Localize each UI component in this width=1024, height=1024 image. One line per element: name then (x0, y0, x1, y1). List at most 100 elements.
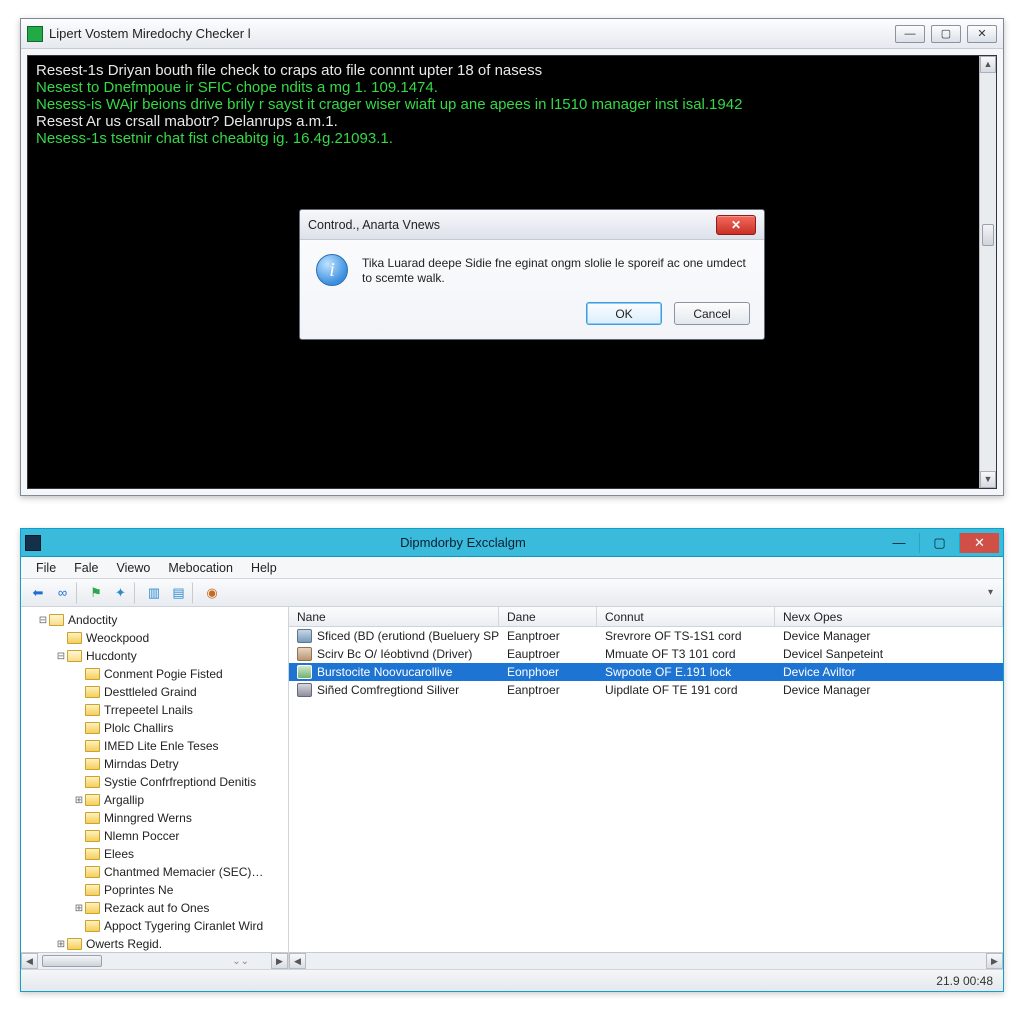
menu-help[interactable]: Help (242, 557, 286, 578)
back-icon[interactable]: ⬅ (27, 582, 49, 604)
maximize-button[interactable]: ▢ (919, 533, 959, 553)
refresh-icon[interactable]: ✦ (113, 582, 135, 604)
scroll-right-icon[interactable]: ▶ (986, 953, 1003, 969)
menu-fale[interactable]: Fale (65, 557, 107, 578)
folder-icon (85, 740, 100, 752)
scroll-track[interactable]: ⌄⌄ (38, 953, 271, 969)
scroll-left-icon[interactable]: ◀ (21, 953, 38, 969)
tree-item[interactable]: ⊟Andoctity (25, 611, 288, 629)
tree-item-label: Desttleled Graind (104, 685, 197, 699)
folder-icon (85, 884, 100, 896)
scroll-track[interactable] (980, 73, 996, 471)
toolbar: ⬅ ∞ ⚑ ✦ ▥ ▤ ◉ ▾ (21, 579, 1003, 607)
cell-dane: Eauptroer (499, 647, 597, 661)
col-header-dane[interactable]: Dane (499, 607, 597, 626)
explorer-titlebar[interactable]: Dipmdorby Excclalgm — ▢ ✕ (21, 529, 1003, 557)
flag-icon[interactable]: ⚑ (85, 582, 107, 604)
window-controls: — ▢ ✕ (879, 533, 999, 553)
tree-item-label: Mirndas Detry (104, 757, 179, 771)
ok-button[interactable]: OK (586, 302, 662, 325)
console-scrollbar[interactable]: ▲ ▼ (979, 56, 996, 488)
cell-dane: Eanptroer (499, 683, 597, 697)
tree-item[interactable]: Mirndas Detry (25, 755, 288, 773)
col-header-next[interactable]: Nevx Opes (775, 607, 1003, 626)
table-row[interactable]: Sficed (BD (erutiond (Bueluery SPE)Eanpt… (289, 627, 1003, 645)
tree-twisty-icon[interactable]: ⊞ (73, 795, 85, 806)
tree-item[interactable]: ⊞Owerts Regid. (25, 935, 288, 952)
col-header-connut[interactable]: Connut (597, 607, 775, 626)
scroll-thumb[interactable] (982, 224, 994, 246)
tree-twisty-icon[interactable]: ⊟ (37, 615, 49, 626)
tree-item-label: Conment Pogie Fisted (104, 667, 223, 681)
cell-dane: Eanptroer (499, 629, 597, 643)
scroll-up-icon[interactable]: ▲ (980, 56, 996, 73)
table-row[interactable]: Scirv Bc O/ Iéobtivnd (Driver)EauptroerM… (289, 645, 1003, 663)
tree-item[interactable]: Minngred Werns (25, 809, 288, 827)
minimize-button[interactable]: — (879, 533, 919, 553)
scroll-right-icon[interactable]: ▶ (271, 953, 288, 969)
tree-twisty-icon[interactable]: ⊞ (55, 939, 67, 950)
link-icon[interactable]: ∞ (55, 582, 77, 604)
tree-item[interactable]: ⊞Argallip (25, 791, 288, 809)
tree-item[interactable]: Trrepeetel Lnails (25, 701, 288, 719)
maximize-button[interactable]: ▢ (931, 25, 961, 43)
tree-item-label: Plolc Challirs (104, 721, 173, 735)
dialog-titlebar[interactable]: Controd., Anarta Vnews ✕ (300, 210, 764, 240)
tree-content[interactable]: ⊟AndoctityWeockpood⊟Hucdonty Conment Pogi… (21, 607, 288, 952)
tree-item[interactable]: Systie Confrfreptiond Denitis (25, 773, 288, 791)
cell-connut: Srevrore OF TS-1S1 cord (597, 629, 775, 643)
console-line: Nesess-is WAjr beions drive brily r says… (36, 96, 988, 113)
folder-icon (49, 614, 64, 626)
list-rows[interactable]: Sficed (BD (erutiond (Bueluery SPE)Eanpt… (289, 627, 1003, 952)
tree-item[interactable]: ⊟Hucdonty (25, 647, 288, 665)
cell-connut: Uipdlate OF TE 191 cord (597, 683, 775, 697)
tree-h-scrollbar[interactable]: ◀ ⌄⌄ ▶ (21, 952, 288, 969)
col-header-name[interactable]: Nane (289, 607, 499, 626)
chevron-down-icon[interactable]: ▾ (988, 587, 997, 598)
tree-item[interactable]: Desttleled Graind (25, 683, 288, 701)
tree-twisty-icon[interactable]: ⊟ (55, 651, 67, 662)
console-titlebar[interactable]: Lipert Vostem Miredochy Checker l — ▢ ✕ (21, 19, 1003, 49)
item-icon (297, 683, 312, 697)
splitter-grip-icon[interactable]: ⌄⌄ (232, 956, 249, 967)
tree-item[interactable]: Conment Pogie Fisted (25, 665, 288, 683)
tree-item[interactable]: Plolc Challirs (25, 719, 288, 737)
tree-icon[interactable]: ▤ (171, 582, 193, 604)
cell-next: Device Aviltor (775, 665, 1003, 679)
tree-item[interactable]: ⊞Rezack aut fo Ones (25, 899, 288, 917)
menu-file[interactable]: File (27, 557, 65, 578)
menu-view[interactable]: Viewo (107, 557, 159, 578)
console-line: Nesest to Dnefmpoue ir SFIC chope ndits … (36, 79, 988, 96)
tree-item-label: Trrepeetel Lnails (104, 703, 193, 717)
panel-icon[interactable]: ▥ (143, 582, 165, 604)
record-icon[interactable]: ◉ (201, 582, 223, 604)
tree-item[interactable]: Poprintes Ne (25, 881, 288, 899)
list-h-scrollbar[interactable]: ◀ ▶ (289, 952, 1003, 969)
scroll-down-icon[interactable]: ▼ (980, 471, 996, 488)
dialog-close-button[interactable]: ✕ (716, 215, 756, 235)
cell-name: Scirv Bc O/ Iéobtivnd (Driver) (317, 647, 472, 661)
table-row[interactable]: Siñed Comfregtiond Siliver EanptroerUipdl… (289, 681, 1003, 699)
tree-item[interactable]: Appoct Tygering Ciranlet Wird (25, 917, 288, 935)
tree-twisty-icon[interactable]: ⊞ (73, 903, 85, 914)
tree-item[interactable]: Elees (25, 845, 288, 863)
close-button[interactable]: ✕ (967, 25, 997, 43)
cancel-button[interactable]: Cancel (674, 302, 750, 325)
folder-icon (85, 866, 100, 878)
menu-mebocation[interactable]: Mebocation (159, 557, 242, 578)
tree-item[interactable]: IMED Lite Enle Teses (25, 737, 288, 755)
cell-name: Siñed Comfregtiond Siliver (317, 683, 459, 697)
close-button[interactable]: ✕ (959, 533, 999, 553)
menubar: File Fale Viewo Mebocation Help (21, 557, 1003, 579)
scroll-left-icon[interactable]: ◀ (289, 953, 306, 969)
tree-item-label: Chantmed Memacier (SEC)… (104, 865, 263, 879)
app-icon (25, 535, 41, 551)
tree-item[interactable]: Chantmed Memacier (SEC)… (25, 863, 288, 881)
cell-next: Device Manager (775, 683, 1003, 697)
tree-item[interactable]: Nlemn Poccer (25, 827, 288, 845)
tree-item[interactable]: Weockpood (25, 629, 288, 647)
minimize-button[interactable]: — (895, 25, 925, 43)
scroll-thumb[interactable] (42, 955, 102, 967)
tree-pane: ⊟AndoctityWeockpood⊟Hucdonty Conment Pogi… (21, 607, 289, 969)
table-row[interactable]: Burstocite NoovucarolliveEonphoerSwpoote… (289, 663, 1003, 681)
